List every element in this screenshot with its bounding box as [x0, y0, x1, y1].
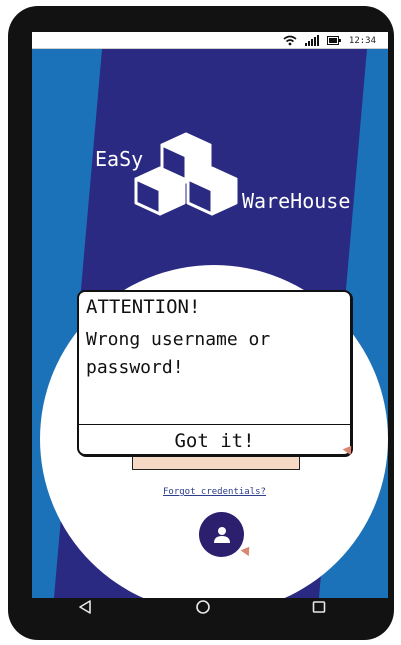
error-dialog: ATTENTION! Wrong username or password! G…: [77, 290, 352, 456]
back-button[interactable]: [76, 598, 94, 616]
signal-icon: [304, 35, 319, 46]
back-icon: [79, 600, 91, 614]
user-icon: [213, 526, 230, 543]
wifi-icon: [283, 35, 297, 46]
boxes-icon: [134, 132, 238, 216]
status-bar: 12:34: [32, 32, 388, 49]
got-it-button[interactable]: Got it!: [79, 426, 350, 456]
dialog-message: Wrong username or password!: [86, 329, 271, 378]
logo-text-warehouse: WareHouse: [242, 189, 351, 213]
app-screen: 12:34 EaSy WareHouse ATTENTION! Wrong us…: [32, 32, 388, 598]
home-icon: [196, 600, 210, 614]
battery-icon: [326, 36, 341, 45]
recents-button[interactable]: [310, 598, 328, 616]
dialog-divider: [79, 424, 350, 425]
forgot-credentials-link[interactable]: Forgot credentials?: [163, 487, 266, 497]
user-login-button[interactable]: [199, 512, 244, 557]
recents-icon: [312, 601, 326, 613]
status-icons: 12:34: [283, 34, 376, 47]
home-button[interactable]: [194, 598, 212, 616]
android-nav-bar: [24, 592, 380, 622]
dialog-title: ATTENTION!: [86, 296, 201, 318]
phone-frame: 12:34 EaSy WareHouse ATTENTION! Wrong us…: [8, 6, 394, 640]
status-time: 12:34: [348, 35, 376, 46]
